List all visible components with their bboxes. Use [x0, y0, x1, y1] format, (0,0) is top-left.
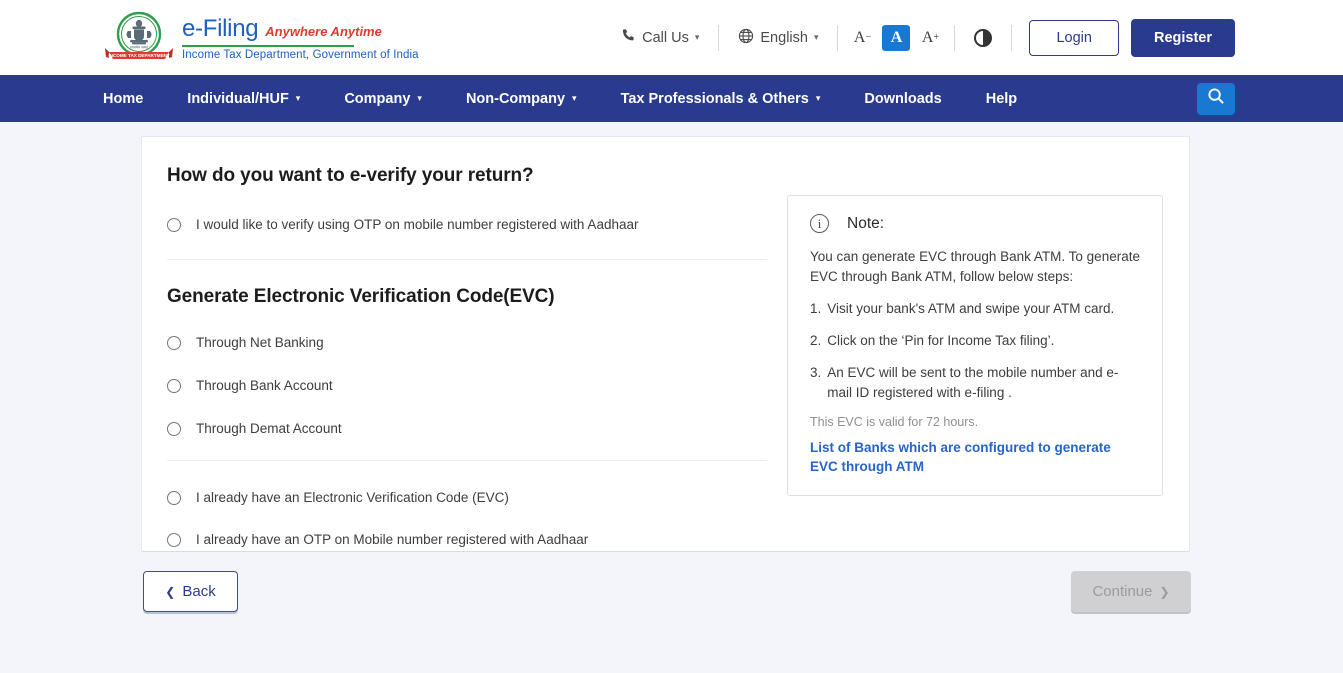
- chevron-left-icon: ❮: [165, 585, 175, 599]
- back-button-label: Back: [182, 583, 215, 600]
- svg-text:सत्यमेव जयते: सत्यमेव जयते: [130, 44, 149, 49]
- option-demat-account[interactable]: Through Demat Account: [167, 421, 767, 436]
- font-increase-button[interactable]: A+: [916, 25, 944, 51]
- option-label: Through Bank Account: [196, 378, 333, 393]
- globe-icon: [738, 28, 754, 48]
- nav-label: Downloads: [864, 91, 941, 107]
- bank-list-link[interactable]: List of Banks which are configured to ge…: [810, 438, 1142, 477]
- radio-icon[interactable]: [167, 218, 181, 232]
- nav-item-help[interactable]: Help: [986, 91, 1017, 107]
- back-button[interactable]: ❮ Back: [143, 571, 238, 612]
- option-have-evc[interactable]: I already have an Electronic Verificatio…: [167, 490, 767, 505]
- site-logo[interactable]: सत्यमेव जयते INCOME TAX DEPARTMENT e-Fil…: [105, 9, 419, 67]
- search-icon: [1207, 87, 1225, 110]
- note-step-number: 3.: [810, 363, 821, 403]
- page-body: How do you want to e-verify your return?…: [0, 122, 1343, 673]
- register-button[interactable]: Register: [1131, 19, 1235, 57]
- brand-tagline: Anywhere Anytime: [265, 24, 382, 39]
- section-title-evc: Generate Electronic Verification Code(EV…: [167, 286, 767, 308]
- language-label: English: [760, 30, 808, 46]
- radio-icon[interactable]: [167, 379, 181, 393]
- chevron-right-icon: ❯: [1159, 585, 1169, 599]
- divider: [718, 25, 719, 51]
- search-button[interactable]: [1197, 83, 1235, 115]
- continue-button-label: Continue: [1092, 583, 1152, 600]
- nav-label: Help: [986, 91, 1017, 107]
- font-decrease-button[interactable]: A−: [848, 25, 876, 51]
- font-decrease-label: A: [854, 29, 866, 47]
- login-button[interactable]: Login: [1029, 20, 1118, 56]
- note-validity-text: This EVC is valid for 72 hours.: [810, 415, 1142, 429]
- divider: [837, 25, 838, 51]
- option-label: I already have an Electronic Verificatio…: [196, 490, 509, 505]
- note-step-number: 1.: [810, 299, 821, 319]
- continue-button[interactable]: Continue ❯: [1071, 571, 1191, 612]
- page-title: How do you want to e-verify your return?: [167, 165, 767, 187]
- chevron-down-icon: ▾: [572, 93, 577, 104]
- option-label: I already have an OTP on Mobile number r…: [196, 532, 588, 547]
- radio-icon[interactable]: [167, 533, 181, 547]
- chevron-down-icon: ▾: [816, 93, 821, 104]
- brand-divider-rule: [182, 45, 354, 47]
- note-panel: i Note: You can generate EVC through Ban…: [787, 195, 1163, 496]
- nav-item-company[interactable]: Company ▾: [344, 91, 422, 107]
- phone-icon: [621, 28, 636, 47]
- everify-card: How do you want to e-verify your return?…: [141, 136, 1190, 552]
- contrast-icon: [974, 29, 992, 47]
- info-icon: i: [810, 214, 829, 233]
- divider: [1011, 25, 1012, 51]
- brand-efiling-text: e-Filing: [182, 15, 258, 43]
- nav-item-individual-huf[interactable]: Individual/HUF ▾: [187, 91, 300, 107]
- main-navigation: Home Individual/HUF ▾ Company ▾ Non-Comp…: [0, 75, 1343, 122]
- option-label: Through Demat Account: [196, 421, 342, 436]
- nav-item-tax-professionals[interactable]: Tax Professionals & Others ▾: [621, 91, 821, 107]
- nav-item-non-company[interactable]: Non-Company ▾: [466, 91, 577, 107]
- radio-icon[interactable]: [167, 336, 181, 350]
- chevron-down-icon: ▾: [695, 32, 700, 43]
- chevron-down-icon: ▾: [417, 93, 422, 104]
- header-utility-bar: Call Us ▾ English ▾ A− A A+: [609, 19, 1235, 57]
- note-title: Note:: [847, 215, 884, 233]
- font-increase-label: A: [922, 29, 934, 47]
- income-tax-emblem-icon: सत्यमेव जयते INCOME TAX DEPARTMENT: [105, 9, 173, 67]
- nav-label: Non-Company: [466, 91, 565, 107]
- note-intro-text: You can generate EVC through Bank ATM. T…: [810, 247, 1142, 287]
- nav-label: Tax Professionals & Others: [621, 91, 809, 107]
- option-aadhaar-otp[interactable]: I would like to verify using OTP on mobi…: [167, 217, 767, 232]
- language-menu[interactable]: English ▾: [726, 28, 830, 48]
- contrast-toggle[interactable]: [962, 29, 1004, 47]
- option-label: Through Net Banking: [196, 335, 324, 350]
- option-have-aadhaar-otp[interactable]: I already have an OTP on Mobile number r…: [167, 532, 767, 547]
- option-label: I would like to verify using OTP on mobi…: [196, 217, 638, 232]
- option-bank-account[interactable]: Through Bank Account: [167, 378, 767, 393]
- note-step: 3. An EVC will be sent to the mobile num…: [810, 363, 1142, 403]
- note-step-text: Visit your bank's ATM and swipe your ATM…: [827, 299, 1114, 319]
- radio-icon[interactable]: [167, 422, 181, 436]
- chevron-down-icon: ▾: [296, 93, 301, 104]
- emblem-ribbon-text: INCOME TAX DEPARTMENT: [108, 53, 170, 58]
- note-step-text: Click on the ‘Pin for Income Tax filing’…: [827, 331, 1054, 351]
- option-net-banking[interactable]: Through Net Banking: [167, 335, 767, 350]
- note-step: 2. Click on the ‘Pin for Income Tax fili…: [810, 331, 1142, 351]
- radio-icon[interactable]: [167, 491, 181, 505]
- call-us-label: Call Us: [642, 30, 689, 46]
- nav-label: Individual/HUF: [187, 91, 289, 107]
- font-normal-label: A: [891, 29, 903, 47]
- call-us-menu[interactable]: Call Us ▾: [609, 28, 711, 47]
- nav-item-downloads[interactable]: Downloads: [864, 91, 941, 107]
- nav-label: Home: [103, 91, 143, 107]
- chevron-down-icon: ▾: [814, 32, 819, 43]
- divider: [954, 25, 955, 51]
- note-step-text: An EVC will be sent to the mobile number…: [827, 363, 1142, 403]
- everify-options-column: How do you want to e-verify your return?…: [167, 165, 767, 547]
- brand-subtitle: Income Tax Department, Government of Ind…: [182, 49, 419, 61]
- font-normal-button[interactable]: A: [882, 25, 910, 51]
- note-step: 1. Visit your bank's ATM and swipe your …: [810, 299, 1142, 319]
- nav-item-home[interactable]: Home: [103, 91, 143, 107]
- nav-label: Company: [344, 91, 410, 107]
- note-step-number: 2.: [810, 331, 821, 351]
- top-header: सत्यमेव जयते INCOME TAX DEPARTMENT e-Fil…: [0, 0, 1343, 75]
